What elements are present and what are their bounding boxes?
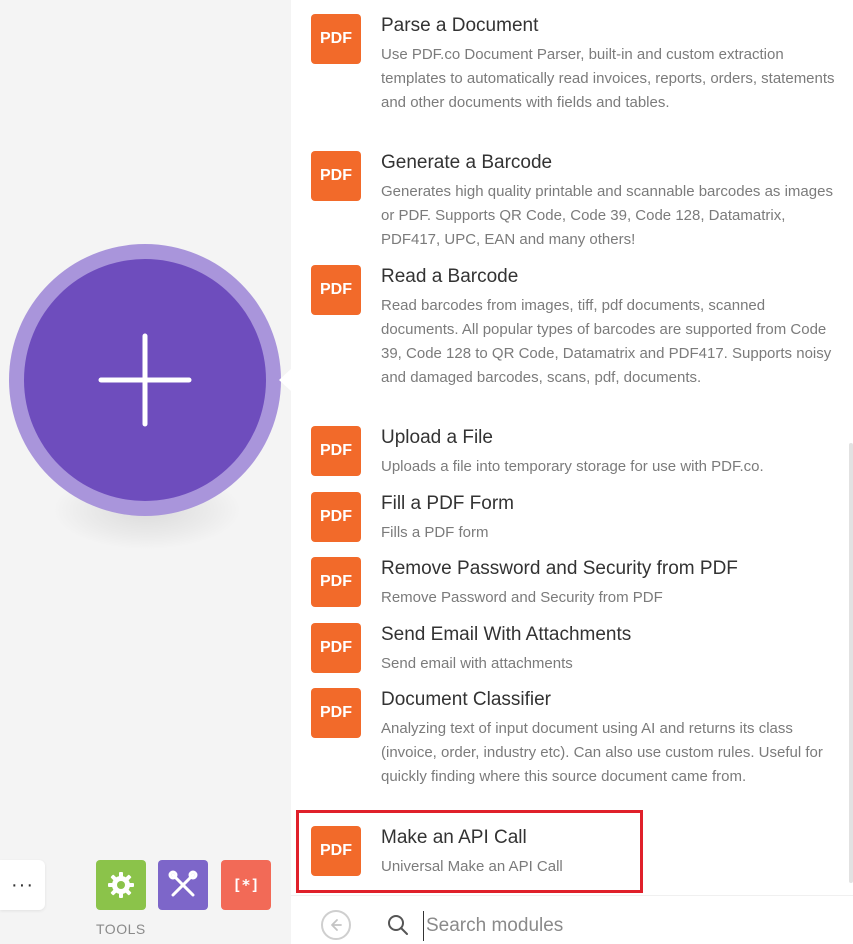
- panel-scrollbar[interactable]: [849, 443, 853, 883]
- module-description: Remove Password and Security from PDF: [381, 589, 663, 606]
- tools-settings-button[interactable]: [96, 860, 146, 910]
- module-title: Send Email With Attachments: [381, 624, 632, 645]
- tools-flow-control-button[interactable]: [158, 860, 208, 910]
- gear-icon: [108, 872, 134, 898]
- pdf-app-icon: PDF: [311, 623, 361, 673]
- search-bar: [291, 895, 853, 944]
- module-description: Uploads a file into temporary storage fo…: [381, 458, 764, 475]
- module-title: Read a Barcode: [381, 266, 519, 287]
- module-title: Upload a File: [381, 427, 493, 448]
- module-title: Document Classifier: [381, 689, 551, 710]
- highlight-box: [296, 810, 643, 893]
- more-label: ···: [11, 873, 34, 896]
- tools-icon: [168, 870, 198, 897]
- pdf-app-icon: PDF: [311, 426, 361, 476]
- add-module-button[interactable]: [24, 259, 266, 501]
- module-title: Remove Password and Security from PDF: [381, 558, 738, 579]
- scenario-canvas: ··· [*] TOOLS: [0, 0, 292, 943]
- arrow-left-icon: [331, 919, 342, 931]
- module-title: Generate a Barcode: [381, 152, 553, 173]
- pdf-app-icon: PDF: [311, 688, 361, 738]
- pdf-app-icon: PDF: [311, 151, 361, 201]
- search-input[interactable]: [423, 911, 808, 941]
- module-description: Fills a PDF form: [381, 524, 489, 541]
- module-description: Send email with attachments: [381, 655, 573, 672]
- pdf-app-icon: PDF: [311, 265, 361, 315]
- tools-label: TOOLS: [96, 921, 146, 937]
- back-button[interactable]: [321, 910, 351, 940]
- brackets-icon: [*]: [232, 876, 260, 894]
- search-icon: [388, 915, 408, 935]
- plus-icon: [98, 333, 192, 427]
- pdf-app-icon: PDF: [311, 492, 361, 542]
- module-description: Analyzing text of input document using A…: [381, 720, 823, 785]
- tools-text-parser-button[interactable]: [*]: [221, 860, 271, 910]
- more-options-button[interactable]: ···: [0, 860, 45, 910]
- module-title: Parse a Document: [381, 15, 539, 36]
- pdf-app-icon: PDF: [311, 14, 361, 64]
- module-description: Read barcodes from images, tiff, pdf doc…: [381, 297, 832, 386]
- pdf-app-icon: PDF: [311, 557, 361, 607]
- module-description: Generates high quality printable and sca…: [381, 183, 833, 248]
- module-description: Use PDF.co Document Parser, built-in and…: [381, 46, 835, 111]
- module-title: Fill a PDF Form: [381, 493, 514, 514]
- module-picker-panel: PDF Parse a Document Use PDF.co Document…: [291, 0, 853, 944]
